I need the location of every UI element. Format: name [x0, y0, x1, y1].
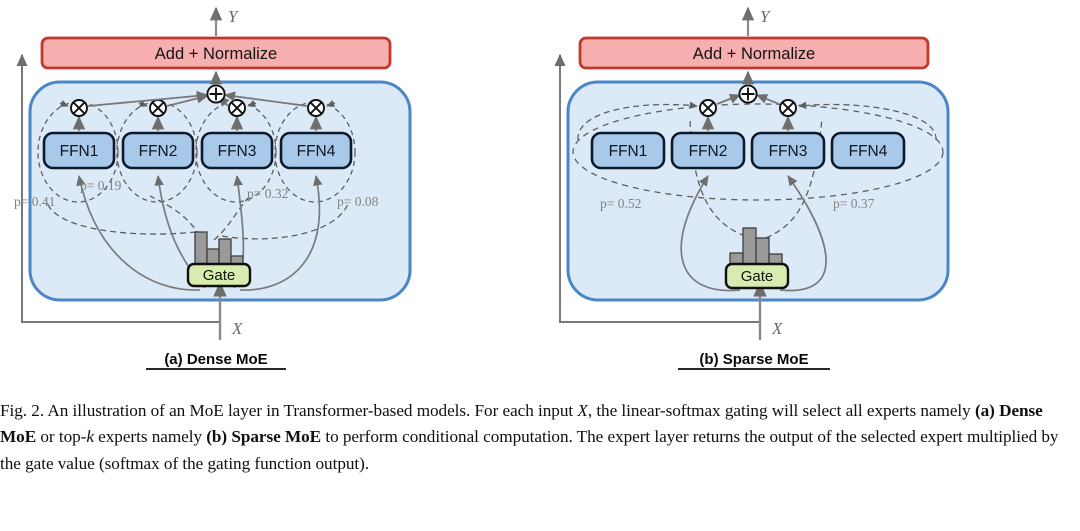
prob-label-ffn3: p= 0.32: [247, 186, 288, 201]
add-node: [206, 84, 226, 104]
input-label: X: [231, 319, 243, 338]
expert-label-ffn1: FFN1: [609, 143, 648, 160]
gate-hist-bar-2: [206, 248, 220, 265]
add-node: [738, 84, 758, 104]
panel-caption-sparse: (b) Sparse MoE: [699, 351, 808, 368]
panel-caption-dense: (a) Dense MoE: [164, 351, 267, 368]
multiply-node-ffn1: [70, 99, 88, 117]
output-label: Y: [228, 7, 239, 26]
input-label: X: [771, 319, 783, 338]
add-normalize-label: Add + Normalize: [693, 45, 815, 63]
gate-hist-bar-3: [755, 237, 770, 265]
gate-hist-bar-2: [742, 227, 757, 265]
panel-sparse-moe: X FFN1 FFN2 FFN3 FFN4 Add + Normalize Y …: [540, 0, 1080, 392]
prob-label-ffn1: p= 0.41: [14, 194, 55, 209]
figure-root: X FFN1 FFN2 FFN3 FFN4 Add + Normalize Y …: [0, 0, 1080, 531]
prob-label-ffn2: p= 0.19: [80, 178, 122, 193]
gate-hist-bar-1: [194, 231, 208, 265]
expert-label-ffn4: FFN4: [849, 143, 888, 160]
multiply-node-ffn3: [779, 99, 797, 117]
multiply-node-ffn4: [307, 99, 325, 117]
sparse-moe-diagram: X FFN1 FFN2 FFN3 FFN4 Add + Normalize Y …: [554, 6, 950, 370]
expert-label-ffn1: FFN1: [60, 143, 99, 160]
gate-label: Gate: [203, 267, 236, 284]
gate-hist-bar-1: [729, 252, 744, 265]
gate-label: Gate: [741, 268, 774, 285]
multiply-node-ffn2: [699, 99, 717, 117]
multiply-node-ffn2: [149, 99, 167, 117]
expert-label-ffn2: FFN2: [689, 143, 728, 160]
prob-label-ffn4: p= 0.08: [337, 194, 379, 209]
dense-moe-diagram: X FFN1 FFN2 FFN3 FFN4 Add + Normalize Y …: [14, 6, 412, 370]
figure-caption-text: Fig. 2. An illustration of an MoE layer …: [0, 401, 1059, 473]
prob-label-ffn3: p= 0.37: [833, 196, 875, 211]
gate-hist-bar-4: [768, 253, 783, 265]
expert-label-ffn4: FFN4: [297, 143, 336, 160]
multiply-node-ffn3: [228, 99, 246, 117]
expert-label-ffn3: FFN3: [218, 143, 257, 160]
expert-label-ffn3: FFN3: [769, 143, 808, 160]
add-normalize-label: Add + Normalize: [155, 45, 277, 63]
expert-label-ffn2: FFN2: [139, 143, 178, 160]
figure-caption: Fig. 2. An illustration of an MoE layer …: [0, 398, 1080, 477]
output-label: Y: [760, 7, 771, 26]
gate-hist-bar-3: [218, 238, 232, 265]
diagram-panels: X FFN1 FFN2 FFN3 FFN4 Add + Normalize Y …: [0, 0, 1080, 392]
prob-label-ffn2: p= 0.52: [600, 196, 641, 211]
panel-dense-moe: X FFN1 FFN2 FFN3 FFN4 Add + Normalize Y …: [0, 0, 540, 392]
